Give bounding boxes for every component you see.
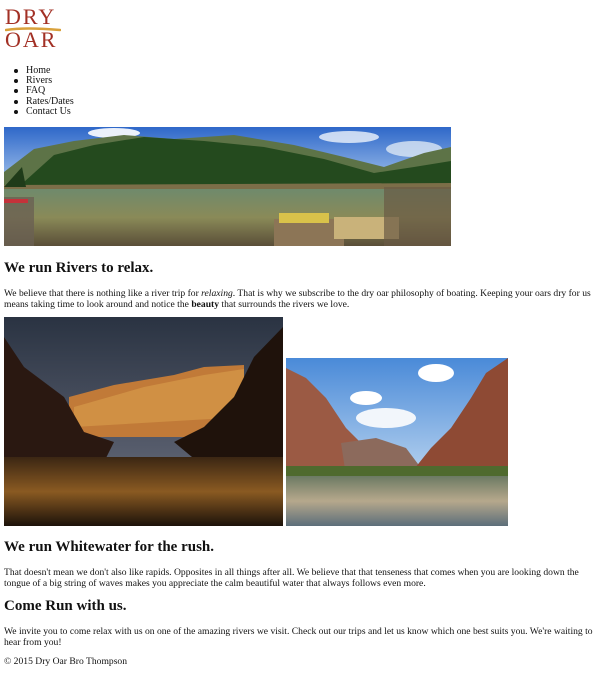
relax-text-part-3: that surrounds the rivers we love.	[219, 299, 350, 311]
hero-river-panorama-image	[4, 127, 451, 246]
section-heading-whitewater: We run Whitewater for the rush.	[4, 539, 214, 555]
footer-copyright: © 2015 Dry Oar Bro Thompson	[4, 656, 128, 667]
nav-link-contact-us[interactable]: Contact Us	[26, 106, 71, 117]
relax-emphasis: relaxing	[201, 288, 233, 299]
oar-logo-icon	[5, 27, 61, 32]
canyon-blue-sky-photo	[286, 358, 508, 526]
section-heading-come-run: Come Run with us.	[4, 598, 127, 614]
section-text-relax: We believe that there is nothing like a …	[4, 288, 596, 311]
nav-item-contact-us: Contact Us	[14, 106, 74, 117]
section-text-whitewater: That doesn't mean we don't also like rap…	[4, 567, 579, 590]
relax-text-part-1: We believe that there is nothing like a …	[4, 288, 202, 299]
logo-text-dry: DRY	[5, 4, 57, 29]
section-heading-relax: We run Rivers to relax.	[4, 260, 154, 276]
canyon-sunset-photo	[4, 317, 283, 526]
site-logo[interactable]: DRY OAR	[5, 6, 65, 52]
main-nav: Home Rivers FAQ Rates/Dates Contact Us	[14, 65, 74, 117]
section-text-come-run: We invite you to come relax with us on o…	[4, 626, 593, 649]
relax-strong: beauty	[191, 299, 220, 311]
